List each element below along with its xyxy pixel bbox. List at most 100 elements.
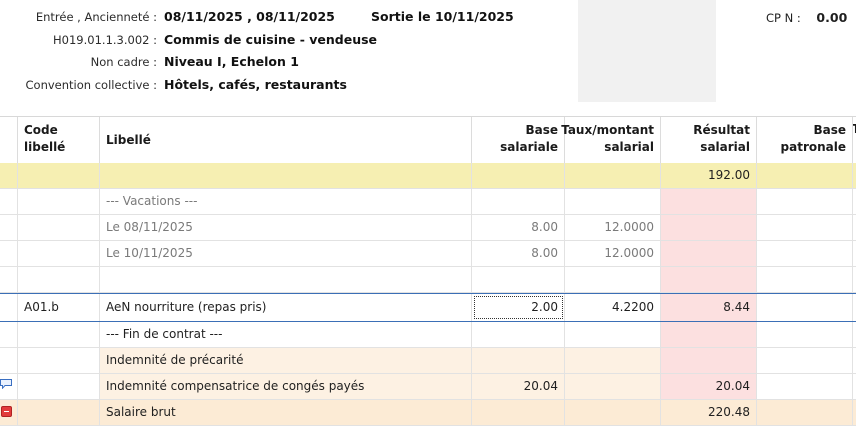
libelle-cell[interactable]: --- Vacations --- <box>100 189 472 214</box>
header-taux-salarial[interactable]: Taux/montant salarial <box>561 117 661 163</box>
header-icon-column <box>0 117 18 163</box>
entree-label: Entrée , Ancienneté : <box>35 10 157 24</box>
table-row[interactable]: Le 10/11/2025 8.00 12.0000 <box>0 241 856 267</box>
base-cell[interactable] <box>472 322 565 347</box>
base-patronale-cell[interactable] <box>757 322 853 347</box>
code-cell[interactable] <box>18 400 100 425</box>
minus-icon[interactable] <box>1 406 12 417</box>
base-cell[interactable]: 8.00 <box>472 241 565 266</box>
taux-cell[interactable] <box>565 267 661 292</box>
header-status-row: Non cadre : Niveau I, Echelon 1 <box>0 52 856 72</box>
base-input-cell[interactable]: 2.00 <box>472 294 565 321</box>
table-row[interactable]: Indemnité compensatrice de congés payés … <box>0 374 856 400</box>
base-patronale-cell[interactable] <box>757 241 853 266</box>
base-patronale-cell[interactable] <box>757 163 853 188</box>
resultat-cell[interactable] <box>661 348 757 373</box>
header-job-row: H019.01.1.3.002 : Commis de cuisine - ve… <box>0 30 856 50</box>
table-row[interactable] <box>0 267 856 293</box>
code-cell[interactable] <box>18 163 100 188</box>
header-base-sal-line2: salariale <box>500 140 558 154</box>
resultat-cell[interactable] <box>661 215 757 240</box>
taux-cell[interactable] <box>565 374 661 399</box>
base-patronale-cell[interactable] <box>757 215 853 240</box>
taux-cell[interactable]: 12.0000 <box>565 241 661 266</box>
table-row[interactable]: Le 08/11/2025 8.00 12.0000 <box>0 215 856 241</box>
libelle-cell[interactable] <box>100 267 472 292</box>
libelle-cell[interactable]: Salaire brut <box>100 400 472 425</box>
base-cell[interactable] <box>472 163 565 188</box>
status-value: Niveau I, Echelon 1 <box>164 54 299 69</box>
base-cell[interactable]: 8.00 <box>472 215 565 240</box>
row-icon-cell <box>0 267 18 292</box>
resultat-cell[interactable]: 20.04 <box>661 374 757 399</box>
resultat-cell[interactable] <box>661 189 757 214</box>
employee-header: Entrée , Ancienneté : 08/11/2025 , 08/11… <box>0 0 856 102</box>
taux-cell[interactable] <box>565 322 661 347</box>
row-icon-cell <box>0 322 18 347</box>
base-cell[interactable]: 20.04 <box>472 374 565 399</box>
table-header: Code libellé Libellé Base salariale Taux/m… <box>0 116 856 164</box>
convention-label: Convention collective : <box>25 78 157 92</box>
base-cell[interactable] <box>472 348 565 373</box>
code-cell[interactable] <box>18 189 100 214</box>
base-patronale-cell[interactable] <box>757 348 853 373</box>
header-convention-row: Convention collective : Hôtels, cafés, r… <box>0 75 856 95</box>
sortie-value: Sortie le 10/11/2025 <box>371 9 514 24</box>
code-cell[interactable] <box>18 215 100 240</box>
taux-cell[interactable]: 4.2200 <box>565 294 661 321</box>
speech-bubble-icon[interactable] <box>0 379 12 389</box>
code-cell[interactable]: A01.b <box>18 294 100 321</box>
table-row-salaire-brut[interactable]: Salaire brut 220.48 <box>0 400 856 426</box>
code-cell[interactable] <box>18 374 100 399</box>
taux-cell[interactable]: 12.0000 <box>565 215 661 240</box>
resultat-cell[interactable] <box>661 322 757 347</box>
code-cell[interactable] <box>18 348 100 373</box>
header-taux-line2: salarial <box>604 140 654 154</box>
taux-cell[interactable] <box>565 400 661 425</box>
libelle-cell[interactable]: AeN nourriture (repas pris) <box>100 294 472 321</box>
job-code-label: H019.01.1.3.002 : <box>53 33 157 47</box>
code-cell[interactable] <box>18 322 100 347</box>
libelle-cell[interactable]: Le 08/11/2025 <box>100 215 472 240</box>
header-base-patronale[interactable]: Base patronale <box>757 117 853 163</box>
resultat-cell[interactable] <box>661 267 757 292</box>
table-row[interactable]: --- Vacations --- <box>0 189 856 215</box>
table-row[interactable]: Indemnité de précarité <box>0 348 856 374</box>
header-base-salariale[interactable]: Base salariale <box>472 117 565 163</box>
table-row[interactable]: --- Fin de contrat --- <box>0 322 856 348</box>
header-taux-line1: Taux/montant <box>561 123 654 137</box>
libelle-cell[interactable]: Indemnité compensatrice de congés payés <box>100 374 472 399</box>
header-resultat-line1: Résultat <box>693 123 750 137</box>
row-icon-cell <box>0 400 18 425</box>
code-cell[interactable] <box>18 267 100 292</box>
resultat-cell[interactable]: 220.48 <box>661 400 757 425</box>
base-cell[interactable] <box>472 267 565 292</box>
base-patronale-cell[interactable] <box>757 374 853 399</box>
base-cell[interactable] <box>472 189 565 214</box>
table-row[interactable]: 192.00 <box>0 163 856 189</box>
header-resultat-salarial[interactable]: Résultat salarial <box>661 117 757 163</box>
resultat-cell[interactable]: 192.00 <box>661 163 757 188</box>
libelle-cell[interactable]: Le 10/11/2025 <box>100 241 472 266</box>
resultat-cell[interactable] <box>661 241 757 266</box>
code-cell[interactable] <box>18 241 100 266</box>
taux-cell[interactable] <box>565 189 661 214</box>
libelle-cell[interactable] <box>100 163 472 188</box>
entree-value: 08/11/2025 , 08/11/2025 <box>164 9 335 24</box>
taux-cell[interactable] <box>565 163 661 188</box>
row-icon-cell <box>0 163 18 188</box>
base-patronale-cell[interactable] <box>757 294 853 321</box>
job-value: Commis de cuisine - vendeuse <box>164 32 378 47</box>
taux-cell[interactable] <box>565 348 661 373</box>
table-row-selected[interactable]: A01.b AeN nourriture (repas pris) 2.00 4… <box>0 293 856 322</box>
base-patronale-cell[interactable] <box>757 189 853 214</box>
resultat-cell[interactable]: 8.44 <box>661 294 757 321</box>
libelle-cell[interactable]: --- Fin de contrat --- <box>100 322 472 347</box>
header-libelle[interactable]: Libellé <box>100 117 472 163</box>
libelle-cell[interactable]: Indemnité de précarité <box>100 348 472 373</box>
base-patronale-cell[interactable] <box>757 267 853 292</box>
header-code-libelle[interactable]: Code libellé <box>18 117 100 163</box>
base-cell[interactable] <box>472 400 565 425</box>
header-base-pat-line1: Base <box>813 123 846 137</box>
base-patronale-cell[interactable] <box>757 400 853 425</box>
